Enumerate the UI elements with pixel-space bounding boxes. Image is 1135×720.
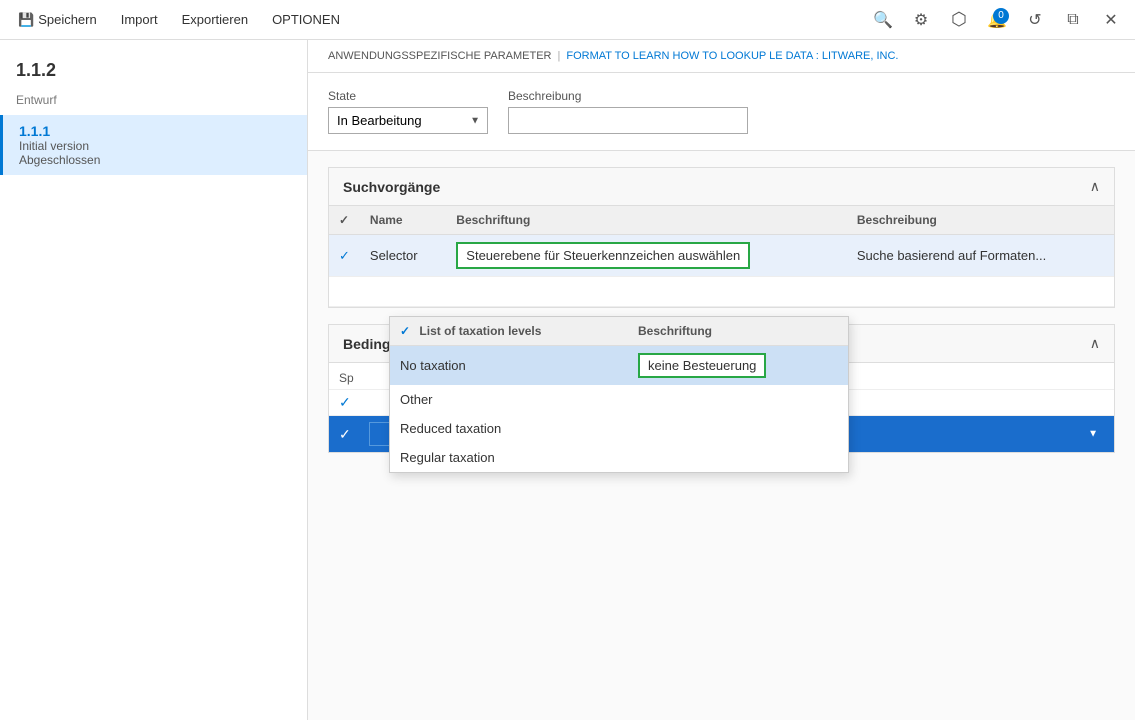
sidebar-item-version[interactable]: 1.1.1 Initial version Abgeschlossen bbox=[0, 115, 307, 175]
sidebar: 1.1.2 Entwurf 1.1.1 Initial version Abge… bbox=[0, 40, 308, 720]
col-beschreibung-header: Beschreibung bbox=[847, 206, 1114, 235]
form-area: State In Bearbeitung ▼ Beschreibung bbox=[308, 73, 1135, 151]
dropdown-col2-header: Beschriftung bbox=[638, 324, 838, 338]
dropdown-item-2[interactable]: Reduced taxation bbox=[390, 414, 848, 443]
settings-icon: ⚙ bbox=[914, 10, 928, 30]
description-label: Beschreibung bbox=[508, 89, 748, 103]
col-name-header: Name bbox=[360, 206, 446, 235]
sidebar-item-version-number: 1.1.1 bbox=[19, 123, 291, 139]
dropdown-item-1[interactable]: Other bbox=[390, 385, 848, 414]
main-layout: 1.1.2 Entwurf 1.1.1 Initial version Abge… bbox=[0, 40, 1135, 720]
dropdown-item-3[interactable]: Regular taxation bbox=[390, 443, 848, 472]
dropdown-item-label-2: Reduced taxation bbox=[400, 421, 638, 436]
state-select[interactable]: In Bearbeitung bbox=[328, 107, 488, 134]
row-name: Selector bbox=[360, 235, 446, 277]
conditions-section-title: Beding bbox=[343, 336, 390, 352]
notification-badge: 0 bbox=[993, 8, 1009, 24]
searches-section-header: Suchvorgänge ∧ bbox=[329, 168, 1114, 206]
searches-section-title: Suchvorgänge bbox=[343, 179, 440, 195]
searches-section: Suchvorgänge ∧ ✓ Name Beschriftung Besch… bbox=[328, 167, 1115, 308]
content-area: ANWENDUNGSSPEZIFISCHE PARAMETER | FORMAT… bbox=[308, 40, 1135, 720]
dropdown-item-0[interactable]: No taxation keine Besteuerung bbox=[390, 346, 848, 385]
empty-row bbox=[329, 277, 1114, 307]
close-icon: ✕ bbox=[1104, 10, 1117, 30]
conditions-row-check-header: ✓ bbox=[339, 394, 369, 411]
col-beschriftung-header: Beschriftung bbox=[446, 206, 847, 235]
description-input[interactable] bbox=[508, 107, 748, 134]
searches-table-wrap: ✓ Name Beschriftung Beschreibung ✓ Selec… bbox=[329, 206, 1114, 307]
state-label: State bbox=[328, 89, 488, 103]
searches-table-header-row: ✓ Name Beschriftung Beschreibung bbox=[329, 206, 1114, 235]
sidebar-item-sub2: Abgeschlossen bbox=[19, 153, 291, 167]
row-beschriftung: Steuerebene für Steuerkennzeichen auswäh… bbox=[446, 235, 847, 277]
conditions-row-check: ✓ bbox=[339, 426, 369, 443]
options-button[interactable]: OPTIONEN bbox=[262, 8, 350, 31]
dropdown-item-value-0: keine Besteuerung bbox=[638, 353, 838, 378]
restore-button[interactable]: ⧉ bbox=[1057, 4, 1089, 36]
col-check: ✓ bbox=[329, 206, 360, 235]
sidebar-item-sub1: Initial version bbox=[19, 139, 291, 153]
table-row[interactable]: ✓ Selector Steuerebene für Steuerkennzei… bbox=[329, 235, 1114, 277]
search-icon: 🔍 bbox=[873, 10, 893, 30]
state-form-group: State In Bearbeitung ▼ bbox=[328, 89, 488, 134]
dropdown-item-label-3: Regular taxation bbox=[400, 450, 638, 465]
save-icon: 💾 bbox=[18, 12, 34, 28]
searches-table: ✓ Name Beschriftung Beschreibung ✓ Selec… bbox=[329, 206, 1114, 307]
dropdown-popup: ✓ List of taxation levels Beschriftung N… bbox=[389, 316, 849, 473]
conditions-select2-arrow-icon: ▼ bbox=[1088, 429, 1098, 440]
office-button[interactable]: ⬡ bbox=[943, 4, 975, 36]
settings-button[interactable]: ⚙ bbox=[905, 4, 937, 36]
refresh-button[interactable]: ↺ bbox=[1019, 4, 1051, 36]
state-select-wrap: In Bearbeitung ▼ bbox=[328, 107, 488, 134]
office-icon: ⬡ bbox=[951, 9, 967, 30]
refresh-icon: ↺ bbox=[1028, 10, 1041, 30]
dropdown-col1-header: ✓ List of taxation levels bbox=[400, 324, 638, 338]
breadcrumb-part1: ANWENDUNGSSPEZIFISCHE PARAMETER bbox=[328, 50, 552, 62]
searches-table-head: ✓ Name Beschriftung Beschreibung bbox=[329, 206, 1114, 235]
conditions-collapse-button[interactable]: ∧ bbox=[1090, 335, 1100, 352]
import-button[interactable]: Import bbox=[111, 8, 168, 31]
breadcrumb-separator: | bbox=[558, 50, 561, 62]
restore-icon: ⧉ bbox=[1067, 11, 1078, 29]
dropdown-item-label-1: Other bbox=[400, 392, 638, 407]
dropdown-item-label-0: No taxation bbox=[400, 358, 638, 373]
sidebar-version: 1.1.2 bbox=[0, 52, 307, 89]
breadcrumb: ANWENDUNGSSPEZIFISCHE PARAMETER | FORMAT… bbox=[308, 40, 1135, 73]
row-check: ✓ bbox=[329, 235, 360, 277]
titlebar: 💾 Speichern Import Exportieren OPTIONEN … bbox=[0, 0, 1135, 40]
dropdown-value-box-0: keine Besteuerung bbox=[638, 353, 766, 378]
row-beschreibung: Suche basierend auf Formaten... bbox=[847, 235, 1114, 277]
sidebar-draft-label: Entwurf bbox=[0, 89, 307, 115]
description-form-group: Beschreibung bbox=[508, 89, 748, 134]
searches-collapse-button[interactable]: ∧ bbox=[1090, 178, 1100, 195]
dropdown-header: ✓ List of taxation levels Beschriftung bbox=[390, 317, 848, 346]
export-button[interactable]: Exportieren bbox=[172, 8, 258, 31]
close-button[interactable]: ✕ bbox=[1095, 4, 1127, 36]
titlebar-right: 🔍 ⚙ ⬡ 🔔 0 ↺ ⧉ ✕ bbox=[867, 4, 1127, 36]
notification-wrap: 🔔 0 bbox=[981, 4, 1013, 36]
searches-table-body: ✓ Selector Steuerebene für Steuerkennzei… bbox=[329, 235, 1114, 307]
beschriftung-value: Steuerebene für Steuerkennzeichen auswäh… bbox=[456, 242, 750, 269]
breadcrumb-part2: FORMAT TO LEARN HOW TO LOOKUP LE DATA : … bbox=[566, 50, 898, 62]
search-button[interactable]: 🔍 bbox=[867, 4, 899, 36]
save-button[interactable]: 💾 Speichern bbox=[8, 8, 107, 32]
